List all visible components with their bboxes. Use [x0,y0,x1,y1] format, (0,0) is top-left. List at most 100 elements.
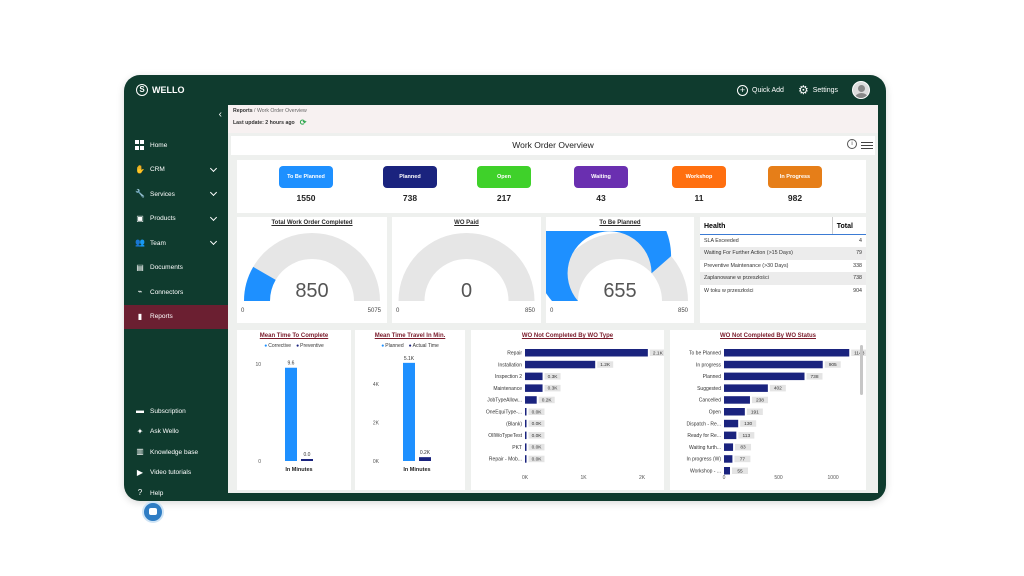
total-header[interactable]: Total [831,217,866,235]
table-row[interactable]: SLA Exceeded 4 [700,235,866,248]
report-title-bar: Work Order Overview i [231,136,875,155]
status-pill: Planned [383,166,437,188]
category-label: OIlWoTypeTest [488,433,522,439]
chevron-down-icon [209,237,218,246]
data-label: 0.0K [532,421,543,427]
category-label: Waiting furth... [689,445,721,451]
status-pill: In Progress [768,166,822,188]
data-label: 191 [751,409,759,415]
gauge-min: 0 [396,308,400,314]
vertical-bar-chart: 0K 2K 4K 5.1K 0.2K In Minutes [373,356,431,473]
y-tick-label: 4K [373,382,380,388]
breadcrumb-root-link[interactable]: Reports [233,108,253,114]
data-label: 0.0 [304,452,311,458]
bar [525,408,527,416]
health-label: SLA Exceeded [704,238,739,244]
sidebar-item-documents[interactable]: ▤ Documents [124,256,228,281]
chevron-down-icon [209,188,218,197]
data-label: 402 [774,386,782,392]
health-table: Health Total SLA Exceeded 4 Waiting For F… [700,217,866,297]
refresh-icon[interactable]: ⟳ [300,118,307,127]
health-total: 79 [832,247,866,260]
status-card-planned[interactable]: Planned 738 [383,166,437,203]
app-window: S WELLO + Quick Add ⚙ Settings ‹ Home ✋ … [124,75,886,523]
sidebar-item-reports[interactable]: ▮ Reports [124,304,228,329]
gauge-min: 0 [241,308,245,314]
bar-chart-icon: ▮ [137,311,143,321]
health-total: 738 [832,272,866,285]
sidebar-item-knowledge-base[interactable]: ▥ Knowledge base [124,442,228,463]
sidebar-item-label: Subscription [150,407,186,415]
app-logo[interactable]: S WELLO [136,84,185,96]
help-icon: ? [137,488,143,498]
bar [724,372,805,381]
health-total: 904 [853,287,862,294]
last-update-text: Last update: 2 hours ago [233,119,295,126]
sidebar-item-services[interactable]: 🔧 Services [124,182,228,207]
data-label: 113 [742,433,750,439]
data-label: 83 [740,445,746,451]
chart-scrollbar[interactable] [860,345,863,395]
category-label: Repair [507,351,522,357]
data-label: 77 [740,457,746,463]
health-total: 4 [859,238,862,244]
status-summary-panel: To Be Planned 1550 Planned 738 Open 217 … [237,160,866,213]
sidebar-item-crm[interactable]: ✋ CRM [124,158,228,183]
sidebar-item-video-tutorials[interactable]: ▶ Video tutorials [124,463,228,484]
x-tick-label: 0K [522,475,529,481]
book-icon: ▥ [136,447,144,457]
sidebar-item-connectors[interactable]: ⌁ Connectors [124,280,228,305]
status-card-to-be-planned[interactable]: To Be Planned 1550 [279,166,333,203]
health-label: Preventive Maintenance (>30 Days) [704,262,789,269]
gauge-title: Total Work Order Completed [271,220,353,226]
gauge-title: To Be Planned [599,220,641,226]
sidebar-item-home[interactable]: Home [124,133,228,158]
status-card-in-progress[interactable]: In Progress 982 [768,166,822,203]
quick-add-label: Quick Add [752,86,784,94]
table-row[interactable]: Zaplanowane w przeszłości 738 [700,272,866,285]
sidebar-item-products[interactable]: ▣ Products [124,207,228,232]
info-icon[interactable]: i [847,139,857,149]
top-bar: S WELLO + Quick Add ⚙ Settings [124,75,886,105]
status-card-waiting[interactable]: Waiting 43 [574,166,628,203]
gauge-min: 0 [550,308,554,314]
health-label: Waiting For Further Action (>15 Days) [700,247,833,260]
settings-button[interactable]: ⚙ Settings [798,84,838,96]
table-row[interactable]: W toku w przeszłości 904 [700,285,866,298]
filter-sliders-icon[interactable] [861,140,873,150]
box-icon: ▣ [136,213,144,223]
sidebar-item-label: Knowledge base [150,448,199,456]
sidebar-item-help[interactable]: ? Help [124,483,228,504]
chat-support-button[interactable] [142,501,164,523]
sidebar-item-label: Team [150,239,166,247]
table-row[interactable]: Preventive Maintenance (>30 Days) 338 [700,260,866,273]
category-label: Open [709,410,721,416]
document-icon: ▤ [136,262,144,272]
table-row[interactable]: Waiting For Further Action (>15 Days) 79 [700,247,866,260]
status-count: 982 [787,193,803,203]
bar [525,443,527,451]
category-label: Ready for Re... [687,433,721,439]
sidebar-item-label: Products [150,215,176,223]
sidebar-item-ask-wello[interactable]: ✦ Ask Wello [124,422,228,443]
sidebar-item-team[interactable]: 👥 Team [124,231,228,256]
gauge-value: 850 [295,280,329,302]
bar [724,360,823,369]
gauge-value: 0 [460,280,473,302]
category-label: JobTypeAllow... [487,398,522,404]
status-pill: Waiting [574,166,628,188]
plug-icon: ⌁ [137,287,143,297]
status-count: 738 [402,193,418,203]
sidebar-item-label: Help [150,489,164,497]
quick-add-button[interactable]: + Quick Add [737,84,784,96]
status-card-workshop[interactable]: Workshop 11 [672,166,726,203]
category-label: Workshop - ... [690,469,721,475]
sidebar-item-subscription[interactable]: ▬ Subscription [124,401,228,422]
status-card-open[interactable]: Open 217 [477,166,531,203]
collapse-sidebar-chevron-icon[interactable]: ‹ [219,109,222,120]
gauge-max: 5075 [367,308,381,314]
sidebar-item-label: CRM [150,166,165,174]
data-label: 2.1K [653,350,664,356]
health-header[interactable]: Health [700,217,833,235]
user-avatar[interactable] [852,81,870,99]
